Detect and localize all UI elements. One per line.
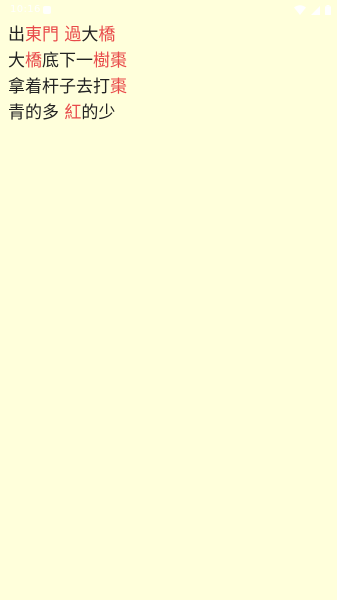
highlighted-text: 橋 <box>25 51 42 71</box>
poem-line: 拿着杆子去打棗 <box>8 74 328 100</box>
signal-icon <box>311 5 320 15</box>
battery-icon <box>325 5 331 15</box>
poem-text-segment: 大 <box>8 51 25 71</box>
poem-text-segment: 大 <box>81 25 99 45</box>
poem-text-segment: 拿着杆子去打 <box>8 77 110 97</box>
highlighted-text: 棗 <box>110 77 127 97</box>
highlighted-text: 紅 <box>64 103 82 123</box>
status-time: 10:16 <box>10 4 41 15</box>
poem-text-segment: 出 <box>8 25 25 45</box>
poem-line: 出東門 過大橋 <box>8 22 328 48</box>
poem-text: 出東門 過大橋 大橋底下一樹棗 拿着杆子去打棗 青的多 紅的少 <box>8 22 328 126</box>
highlighted-text: 東門 <box>25 25 59 45</box>
wifi-icon <box>294 5 306 15</box>
poem-text-segment: 底下一 <box>42 51 93 71</box>
poem-text-segment: 青的多 <box>8 103 65 123</box>
notification-icon <box>43 6 51 14</box>
status-bar: 10:16 <box>0 0 337 20</box>
poem-text-segment: 的少 <box>81 103 116 123</box>
highlighted-text: 橋 <box>98 25 116 45</box>
poem-line: 大橋底下一樹棗 <box>8 48 328 74</box>
highlighted-text: 樹棗 <box>93 51 127 71</box>
highlighted-text: 過 <box>64 25 82 45</box>
status-icons <box>294 5 331 15</box>
poem-line: 青的多 紅的少 <box>8 100 328 126</box>
